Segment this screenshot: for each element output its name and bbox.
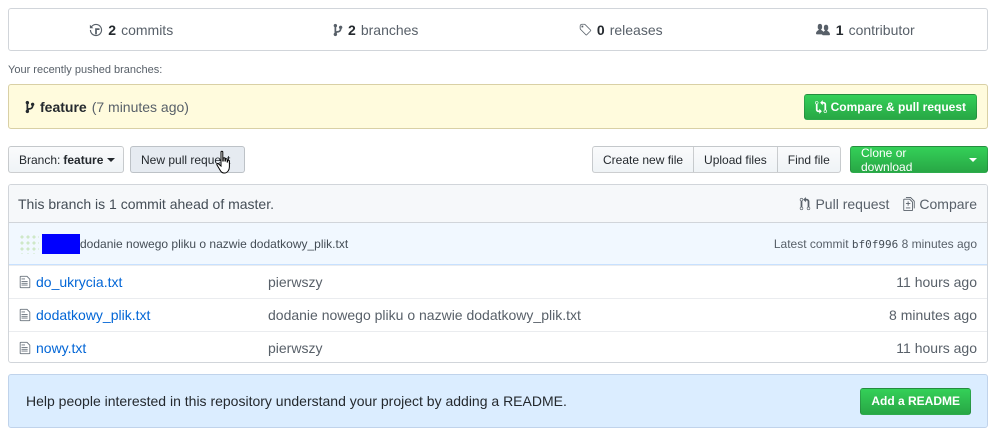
clone-or-download-label: Clone or download <box>861 145 913 174</box>
commit-age: 8 minutes ago <box>901 236 977 251</box>
table-row: dodatkowy_plik.txt dodanie nowego pliku … <box>9 298 987 331</box>
create-new-file-button[interactable]: Create new file <box>592 146 695 173</box>
file-diff-icon <box>903 196 916 211</box>
releases-count: 0 <box>596 21 605 38</box>
contributors-label: contributor <box>848 21 915 38</box>
compare-pull-request-button[interactable]: Compare & pull request <box>803 93 977 120</box>
pull-request-label: Pull request <box>815 195 890 212</box>
file-actions-group: Create new file Upload files Find file <box>592 146 841 173</box>
file-commit-message[interactable]: pierwszy <box>268 274 322 290</box>
table-row: nowy.txt pierwszy 11 hours ago <box>9 331 987 362</box>
repo-summary-bar: 2 commits 2 branches 0 releases 1 contri… <box>8 8 988 51</box>
recent-branches-label: Your recently pushed branches: <box>8 64 163 76</box>
file-commit-message[interactable]: dodanie nowego pliku o nazwie dodatkowy_… <box>268 307 581 323</box>
branches-label: branches <box>360 21 419 38</box>
file-icon <box>19 275 31 289</box>
releases-label: releases <box>609 21 663 38</box>
readme-prompt: Help people interested in this repositor… <box>8 374 988 428</box>
file-icon <box>19 308 31 322</box>
clone-or-download-button[interactable]: Clone or download <box>850 145 988 174</box>
branches-count: 2 <box>348 21 356 38</box>
recent-branch-banner: feature (7 minutes ago) Compare & pull r… <box>8 84 988 129</box>
commit-message[interactable]: dodanie nowego pliku o nazwie dodatkowy_… <box>80 237 348 251</box>
file-navigation-toolbar: Branch: feature New pull request Create … <box>8 145 988 174</box>
file-age: 11 hours ago <box>896 340 977 356</box>
people-icon <box>815 23 830 35</box>
file-name-link[interactable]: do_ukrycia.txt <box>36 274 122 290</box>
commits-count: 2 <box>108 21 117 38</box>
commits-label: commits <box>121 21 174 38</box>
contributors-count: 1 <box>835 21 844 38</box>
file-icon <box>19 341 31 355</box>
file-name-link[interactable]: dodatkowy_plik.txt <box>36 307 150 323</box>
commits-link[interactable]: 2 commits <box>9 9 254 50</box>
pull-request-link[interactable]: Pull request <box>799 196 889 212</box>
file-list-box: This branch is 1 commit ahead of master.… <box>8 184 988 363</box>
file-age: 8 minutes ago <box>889 307 977 323</box>
git-pull-request-icon <box>800 196 811 210</box>
upload-files-button[interactable]: Upload files <box>693 146 778 173</box>
branch-select-prefix: Branch: <box>19 152 61 167</box>
releases-link[interactable]: 0 releases <box>498 9 743 50</box>
contributors-link[interactable]: 1 contributor <box>743 9 988 50</box>
latest-commit-info: Latest commit bf0f996 8 minutes ago <box>774 237 977 251</box>
branch-select-name: feature <box>63 152 104 167</box>
commit-sha[interactable]: bf0f996 <box>852 238 898 251</box>
recent-branch-age: (7 minutes ago) <box>91 98 189 115</box>
add-readme-button[interactable]: Add a README <box>860 387 971 415</box>
caret-down-icon <box>107 157 116 162</box>
tag-icon <box>579 23 592 35</box>
avatar[interactable] <box>19 233 39 254</box>
git-compare-icon <box>814 99 827 114</box>
history-icon <box>90 23 103 36</box>
branch-icon <box>25 100 35 113</box>
recent-branch-name[interactable]: feature <box>40 99 87 115</box>
latest-commit-row: dodanie nowego pliku o nazwie dodatkowy_… <box>9 223 987 265</box>
readme-prompt-text: Help people interested in this repositor… <box>26 393 567 409</box>
caret-down-icon <box>969 157 977 162</box>
branches-link[interactable]: 2 branches <box>254 9 499 50</box>
file-age: 11 hours ago <box>896 274 977 290</box>
hand-cursor-icon <box>216 150 230 174</box>
branch-status-bar: This branch is 1 commit ahead of master.… <box>9 185 987 223</box>
branch-icon <box>333 23 343 36</box>
redacted-username <box>42 233 80 254</box>
branch-select-button[interactable]: Branch: feature <box>8 146 124 173</box>
find-file-button[interactable]: Find file <box>776 146 841 173</box>
latest-commit-label: Latest commit <box>773 236 849 251</box>
compare-pull-request-label: Compare & pull request <box>830 99 966 114</box>
table-row: do_ukrycia.txt pierwszy 11 hours ago <box>9 265 987 298</box>
file-name-link[interactable]: nowy.txt <box>36 340 86 356</box>
compare-link[interactable]: Compare <box>903 196 977 212</box>
branch-ahead-text: This branch is 1 commit ahead of master. <box>18 195 274 212</box>
file-commit-message[interactable]: pierwszy <box>268 340 322 356</box>
recent-branch: feature (7 minutes ago) <box>25 99 189 115</box>
compare-label: Compare <box>919 195 977 212</box>
